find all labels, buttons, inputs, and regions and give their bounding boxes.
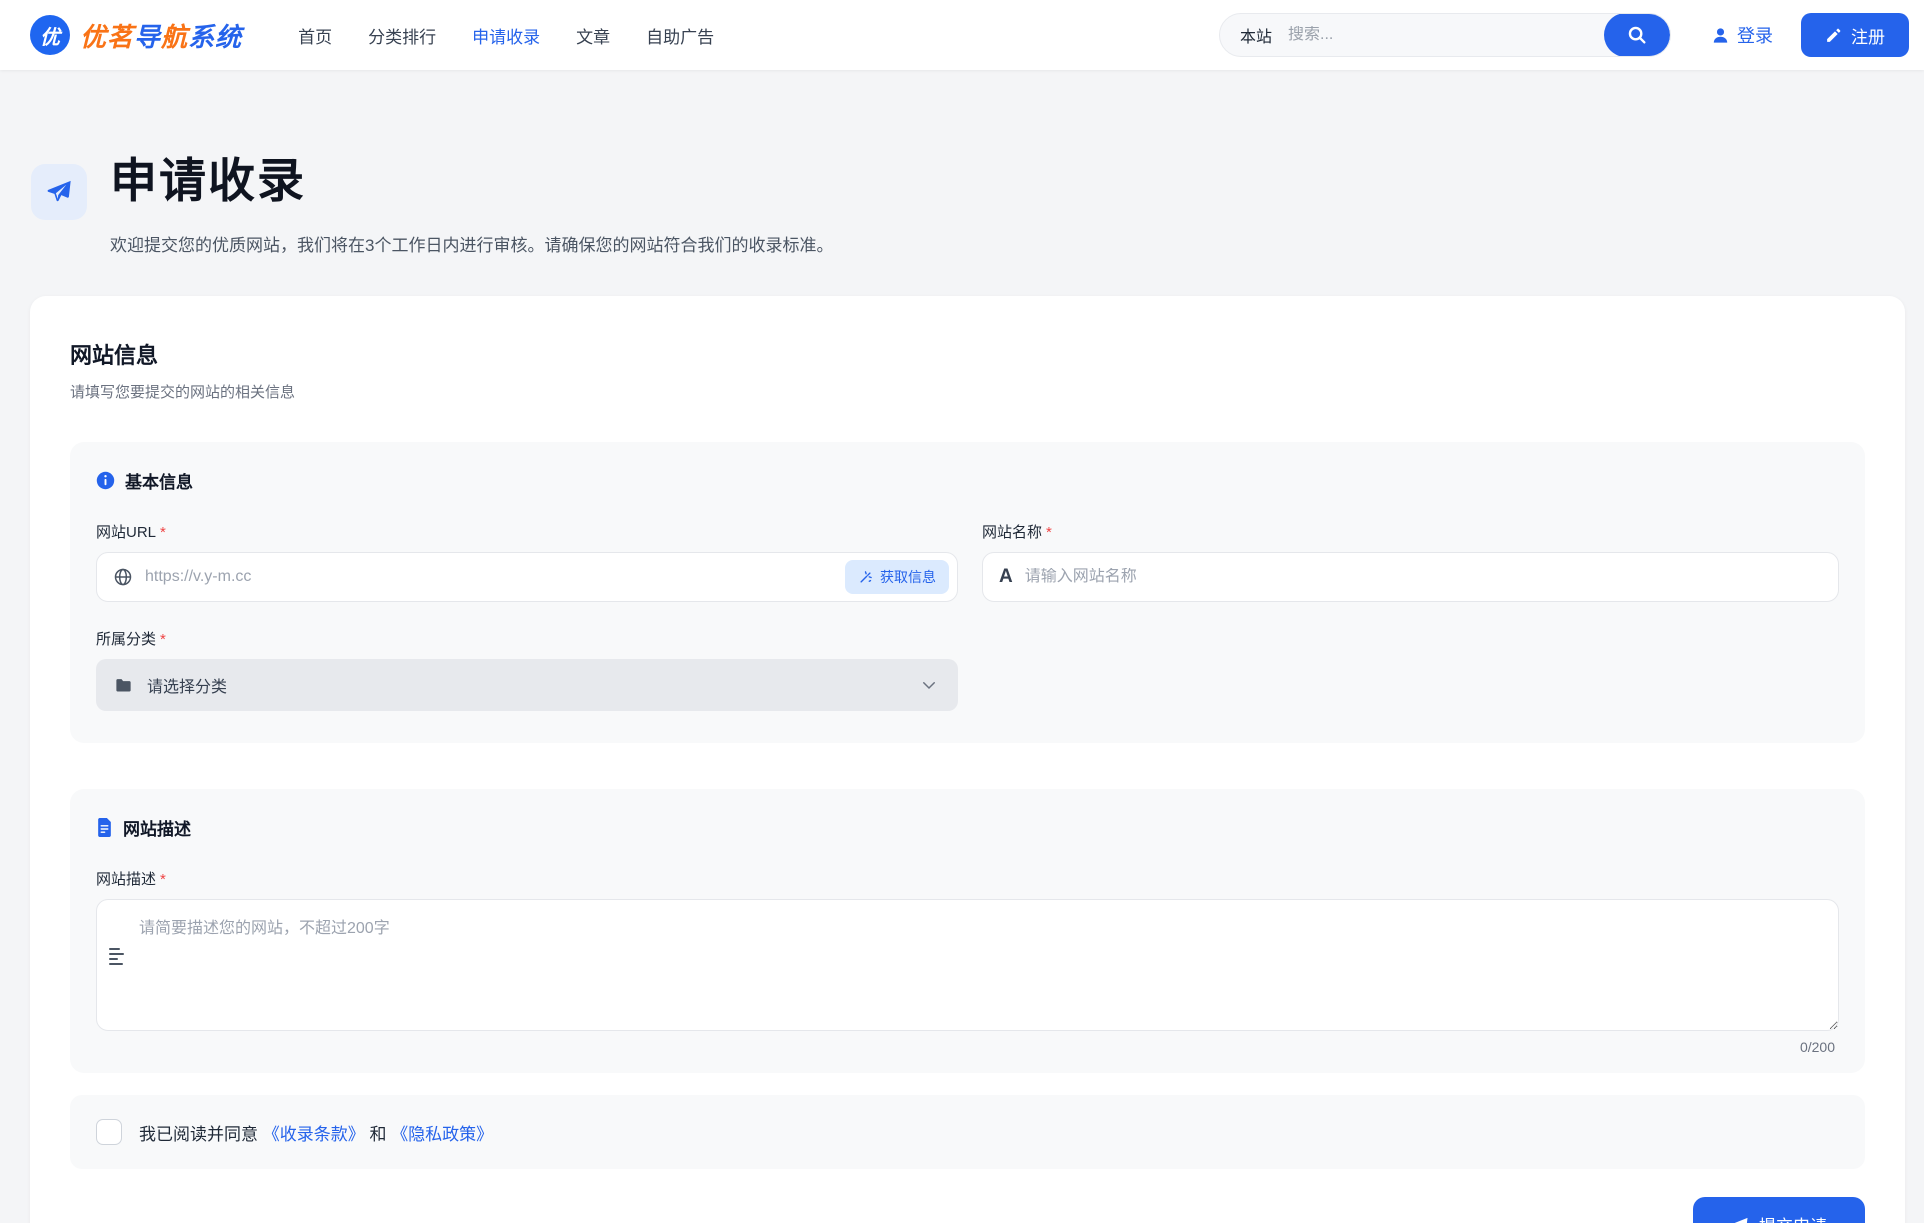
logo-char: 优 [80, 23, 107, 53]
category-select[interactable]: 请选择分类 [96, 659, 958, 711]
fetch-info-button[interactable]: 获取信息 [845, 560, 949, 594]
basic-info-title: 基本信息 [125, 468, 193, 493]
register-label: 注册 [1851, 23, 1885, 48]
privacy-link[interactable]: 《隐私政策》 [391, 1125, 493, 1144]
url-input-wrap: 获取信息 [96, 552, 958, 602]
login-label: 登录 [1737, 22, 1773, 48]
search-scope-select[interactable]: 本站 [1220, 23, 1288, 47]
description-panel: 网站描述 网站描述* 0/200 [70, 789, 1865, 1073]
register-button[interactable]: 注册 [1801, 13, 1909, 57]
nav-item-self-ads[interactable]: 自助广告 [646, 23, 714, 48]
logo-char: 系 [188, 23, 215, 53]
basic-info-panel: 基本信息 网站URL* [70, 442, 1865, 743]
submit-row: 提交申请 [70, 1197, 1865, 1223]
search-icon [1626, 24, 1648, 46]
submit-button[interactable]: 提交申请 [1693, 1197, 1865, 1223]
document-icon [96, 818, 113, 837]
site-name-input[interactable] [1025, 568, 1830, 586]
logo-char: 航 [161, 23, 188, 53]
agreement-and: 和 [365, 1125, 391, 1144]
category-field-group: 所属分类* 请选择分类 [96, 628, 958, 711]
logo-char: 茗 [107, 23, 134, 53]
paper-plane-icon [31, 164, 87, 220]
page-subtitle: 欢迎提交您的优质网站，我们将在3个工作日内进行审核。请确保您的网站符合我们的收录… [110, 231, 1894, 256]
category-label: 所属分类* [96, 628, 958, 649]
agreement-checkbox[interactable] [96, 1119, 122, 1145]
site-name: 优茗导航系统 [80, 17, 242, 54]
top-header: 优 优茗导航系统 首页 分类排行 申请收录 文章 自助广告 本站 登录 [0, 0, 1924, 70]
logo-char: 统 [215, 23, 242, 53]
required-mark: * [160, 524, 166, 541]
required-mark: * [1046, 524, 1052, 541]
nav-item-articles[interactable]: 文章 [576, 23, 610, 48]
description-header: 网站描述 [96, 815, 1839, 840]
magic-wand-icon [858, 570, 873, 585]
description-title: 网站描述 [123, 815, 191, 840]
nav-item-apply-inclusion[interactable]: 申请收录 [472, 23, 540, 48]
form-card: 网站信息 请填写您要提交的网站的相关信息 基本信息 网站URL* [30, 296, 1905, 1223]
pencil-icon [1825, 27, 1842, 44]
info-circle-icon [96, 471, 115, 490]
required-mark: * [160, 631, 166, 648]
letter-a-icon: A [999, 566, 1013, 588]
main-nav: 首页 分类排行 申请收录 文章 自助广告 [298, 23, 714, 48]
login-link[interactable]: 登录 [1711, 22, 1773, 48]
agreement-prefix: 我已阅读并同意 [139, 1125, 263, 1144]
nav-item-category-ranking[interactable]: 分类排行 [368, 23, 436, 48]
nav-item-home[interactable]: 首页 [298, 23, 332, 48]
url-label: 网站URL* [96, 521, 958, 542]
required-mark: * [160, 871, 166, 888]
folder-icon [114, 676, 133, 695]
name-field-group: 网站名称* A [982, 521, 1839, 602]
fetch-info-label: 获取信息 [880, 567, 936, 587]
agreement-panel: 我已阅读并同意 《收录条款》 和 《隐私政策》 [70, 1095, 1865, 1169]
globe-icon [113, 567, 133, 587]
url-field-group: 网站URL* [96, 521, 958, 602]
description-textarea-wrap [96, 899, 1839, 1031]
user-icon [1711, 26, 1730, 45]
site-logo[interactable]: 优 优茗导航系统 [30, 15, 242, 55]
search-bar: 本站 [1219, 13, 1671, 57]
form-section-title: 网站信息 [70, 338, 1865, 370]
url-input[interactable] [145, 568, 845, 586]
agreement-text: 我已阅读并同意 《收录条款》 和 《隐私政策》 [139, 1120, 493, 1145]
name-input-wrap: A [982, 552, 1839, 602]
form-section-subtitle: 请填写您要提交的网站的相关信息 [70, 381, 1865, 402]
name-label: 网站名称* [982, 521, 1839, 542]
basic-info-header: 基本信息 [96, 468, 1839, 493]
submit-label: 提交申请 [1759, 1212, 1827, 1223]
page-title: 申请收录 [110, 142, 1894, 211]
description-textarea[interactable] [96, 899, 1839, 1031]
search-input[interactable] [1288, 26, 1604, 44]
logo-char: 导 [134, 23, 161, 53]
page-hero: 申请收录 欢迎提交您的优质网站，我们将在3个工作日内进行审核。请确保您的网站符合… [0, 70, 1924, 296]
send-icon [1731, 1216, 1749, 1223]
chevron-down-icon [920, 676, 938, 694]
char-counter: 0/200 [96, 1039, 1839, 1055]
description-label: 网站描述* [96, 868, 1839, 889]
text-lines-icon [109, 947, 126, 965]
category-selected-value: 请选择分类 [147, 673, 920, 697]
logo-badge-icon: 优 [30, 15, 70, 55]
search-button[interactable] [1604, 13, 1670, 57]
terms-link[interactable]: 《收录条款》 [263, 1125, 365, 1144]
